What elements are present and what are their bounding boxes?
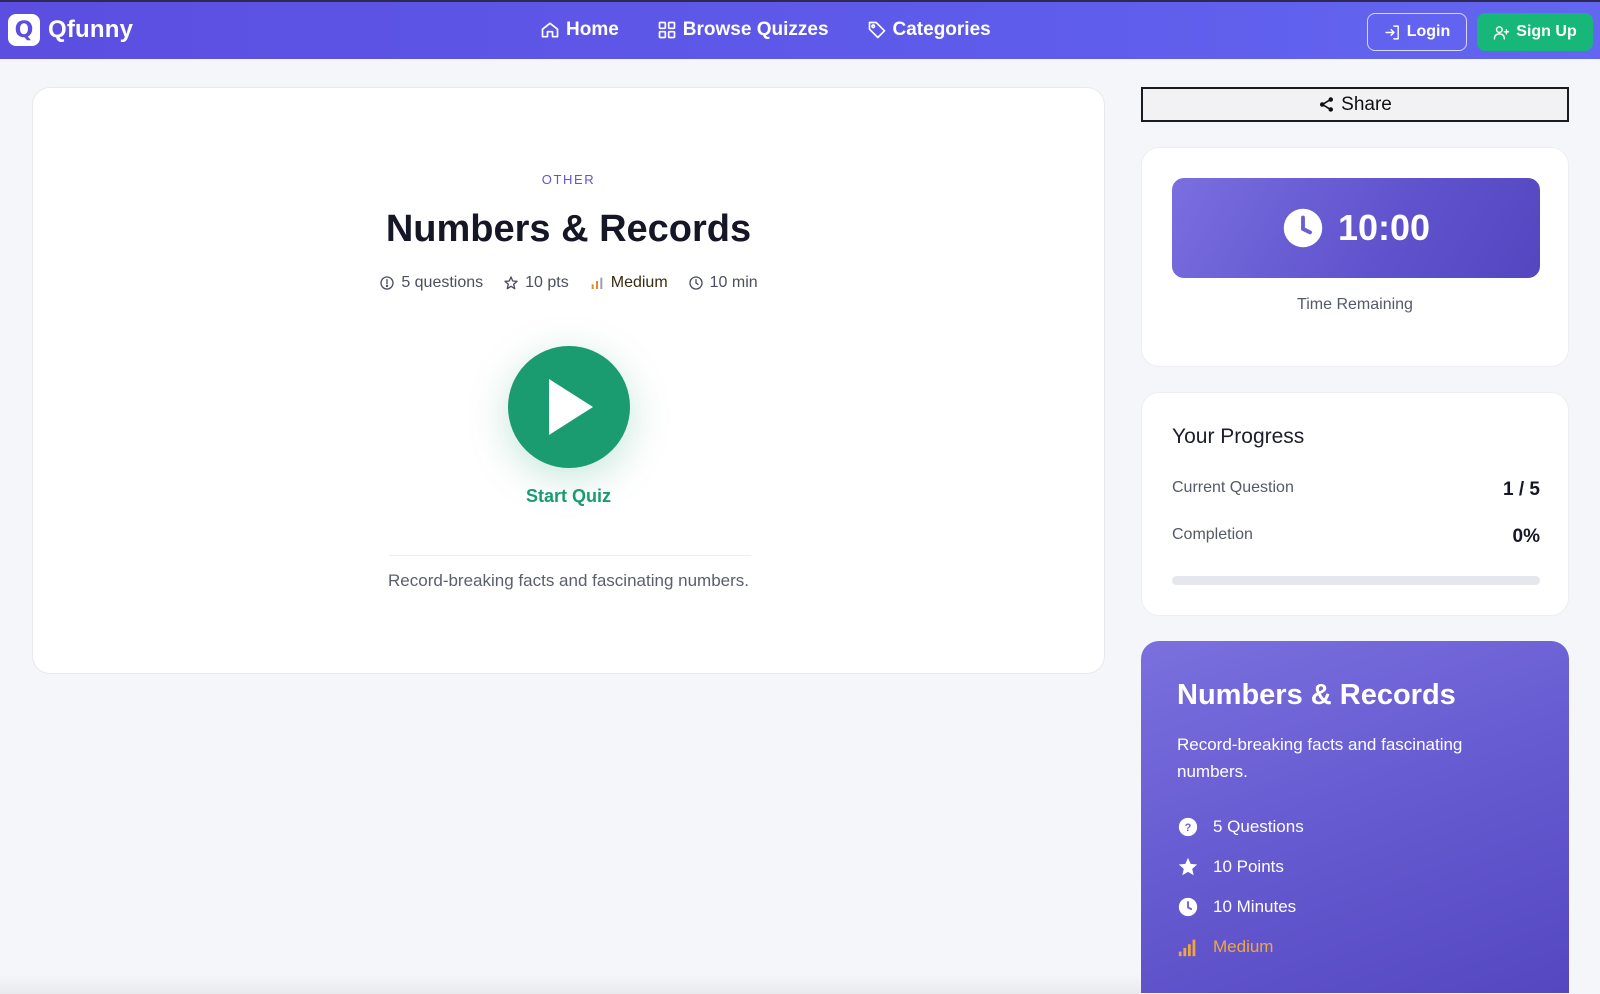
nav-home-label: Home: [566, 19, 619, 40]
start-quiz-label[interactable]: Start Quiz: [33, 486, 1104, 507]
brand-letter: Q: [14, 17, 34, 43]
info-item-points: 10 Points: [1177, 847, 1304, 887]
bottom-fade: [0, 974, 1141, 994]
brand-name: Qfunny: [48, 16, 134, 43]
info-questions-text: 5 Questions: [1213, 817, 1304, 836]
signup-label: Sign Up: [1516, 23, 1577, 40]
divider: [389, 555, 751, 556]
quiz-info-card: Numbers & Records Record-breaking facts …: [1141, 641, 1569, 993]
info-title: Numbers & Records: [1177, 679, 1456, 711]
timer-value: 10:00: [1337, 207, 1431, 248]
brand-logo-link[interactable]: Q Qfunny: [8, 14, 133, 46]
svg-text:?: ?: [1185, 822, 1192, 834]
share-icon: [1320, 97, 1334, 112]
login-icon: [1385, 24, 1399, 40]
nav-categories[interactable]: Categories: [867, 19, 991, 41]
signal-bars-icon: [591, 277, 603, 289]
grid-icon: [658, 21, 676, 39]
meta-difficulty: Medium: [589, 274, 668, 292]
completion-progress-bar: [1172, 576, 1540, 585]
brand-logo: Q: [8, 14, 40, 46]
quiz-intro-card: OTHER Numbers & Records 5 questions 10 p…: [32, 87, 1105, 674]
timer-caption: Time Remaining: [1297, 296, 1413, 313]
tag-icon: [868, 21, 885, 39]
completion-value: 0%: [1512, 526, 1540, 547]
clock-icon: [1178, 897, 1198, 917]
nav-categories-label: Categories: [892, 19, 991, 40]
navbar: Q Qfunny Home Browse Quizzes Categories …: [0, 0, 1600, 59]
main-nav: Home Browse Quizzes Categories: [540, 19, 991, 41]
progress-title: Your Progress: [1172, 425, 1305, 448]
login-button[interactable]: Login: [1367, 13, 1467, 51]
timer-card: 10:00 Time Remaining: [1141, 147, 1569, 367]
clock-icon: [1283, 208, 1323, 248]
meta-difficulty-text: Medium: [610, 274, 668, 291]
quiz-title: Numbers & Records: [385, 208, 752, 250]
info-difficulty-text: Medium: [1213, 937, 1274, 956]
play-icon: [549, 379, 593, 435]
completion-label: Completion: [1172, 526, 1253, 543]
info-points-text: 10 Points: [1213, 857, 1284, 876]
meta-questions-text: 5 questions: [401, 274, 484, 291]
clock-outline-icon: [688, 276, 703, 290]
home-icon: [541, 22, 559, 38]
current-question-value: 1 / 5: [1503, 479, 1540, 500]
question-circle-icon: ?: [1178, 817, 1198, 837]
current-question-label: Current Question: [1172, 479, 1294, 496]
start-quiz-play-button[interactable]: [508, 346, 630, 468]
info-item-difficulty: Medium: [1177, 927, 1304, 967]
signup-button[interactable]: Sign Up: [1477, 13, 1593, 51]
meta-duration-text: 10 min: [709, 274, 758, 291]
meta-points-text: 10 pts: [525, 274, 569, 291]
share-label: Share: [1341, 93, 1392, 115]
info-list: ? 5 Questions 10 Points 10 Minutes Mediu…: [1177, 807, 1304, 967]
completion-row: Completion 0%: [1172, 526, 1540, 548]
nav-home[interactable]: Home: [540, 19, 619, 41]
quiz-category: OTHER: [541, 172, 596, 187]
quiz-description: Record-breaking facts and fascinating nu…: [388, 571, 749, 590]
share-button[interactable]: Share: [1141, 87, 1569, 122]
nav-browse-quizzes[interactable]: Browse Quizzes: [657, 19, 829, 41]
timer-box: 10:00: [1172, 178, 1540, 278]
nav-browse-label: Browse Quizzes: [682, 19, 829, 40]
current-question-row: Current Question 1 / 5: [1172, 479, 1540, 501]
meta-questions: 5 questions: [379, 274, 483, 292]
info-minutes-text: 10 Minutes: [1213, 897, 1297, 916]
info-item-questions: ? 5 Questions: [1177, 807, 1304, 847]
signal-bars-icon: [1178, 939, 1196, 957]
meta-points: 10 pts: [503, 274, 569, 292]
info-item-minutes: 10 Minutes: [1177, 887, 1304, 927]
login-label: Login: [1406, 23, 1451, 40]
star-outline-icon: [504, 276, 518, 290]
star-icon: [1178, 857, 1198, 876]
info-circle-icon: [380, 276, 394, 290]
quiz-meta: 5 questions 10 pts Medium 10 min: [33, 274, 1104, 292]
progress-card: Your Progress Current Question 1 / 5 Com…: [1141, 392, 1569, 616]
user-plus-icon: [1493, 25, 1510, 40]
meta-duration: 10 min: [688, 274, 758, 292]
info-description: Record-breaking facts and fascinating nu…: [1177, 735, 1463, 781]
